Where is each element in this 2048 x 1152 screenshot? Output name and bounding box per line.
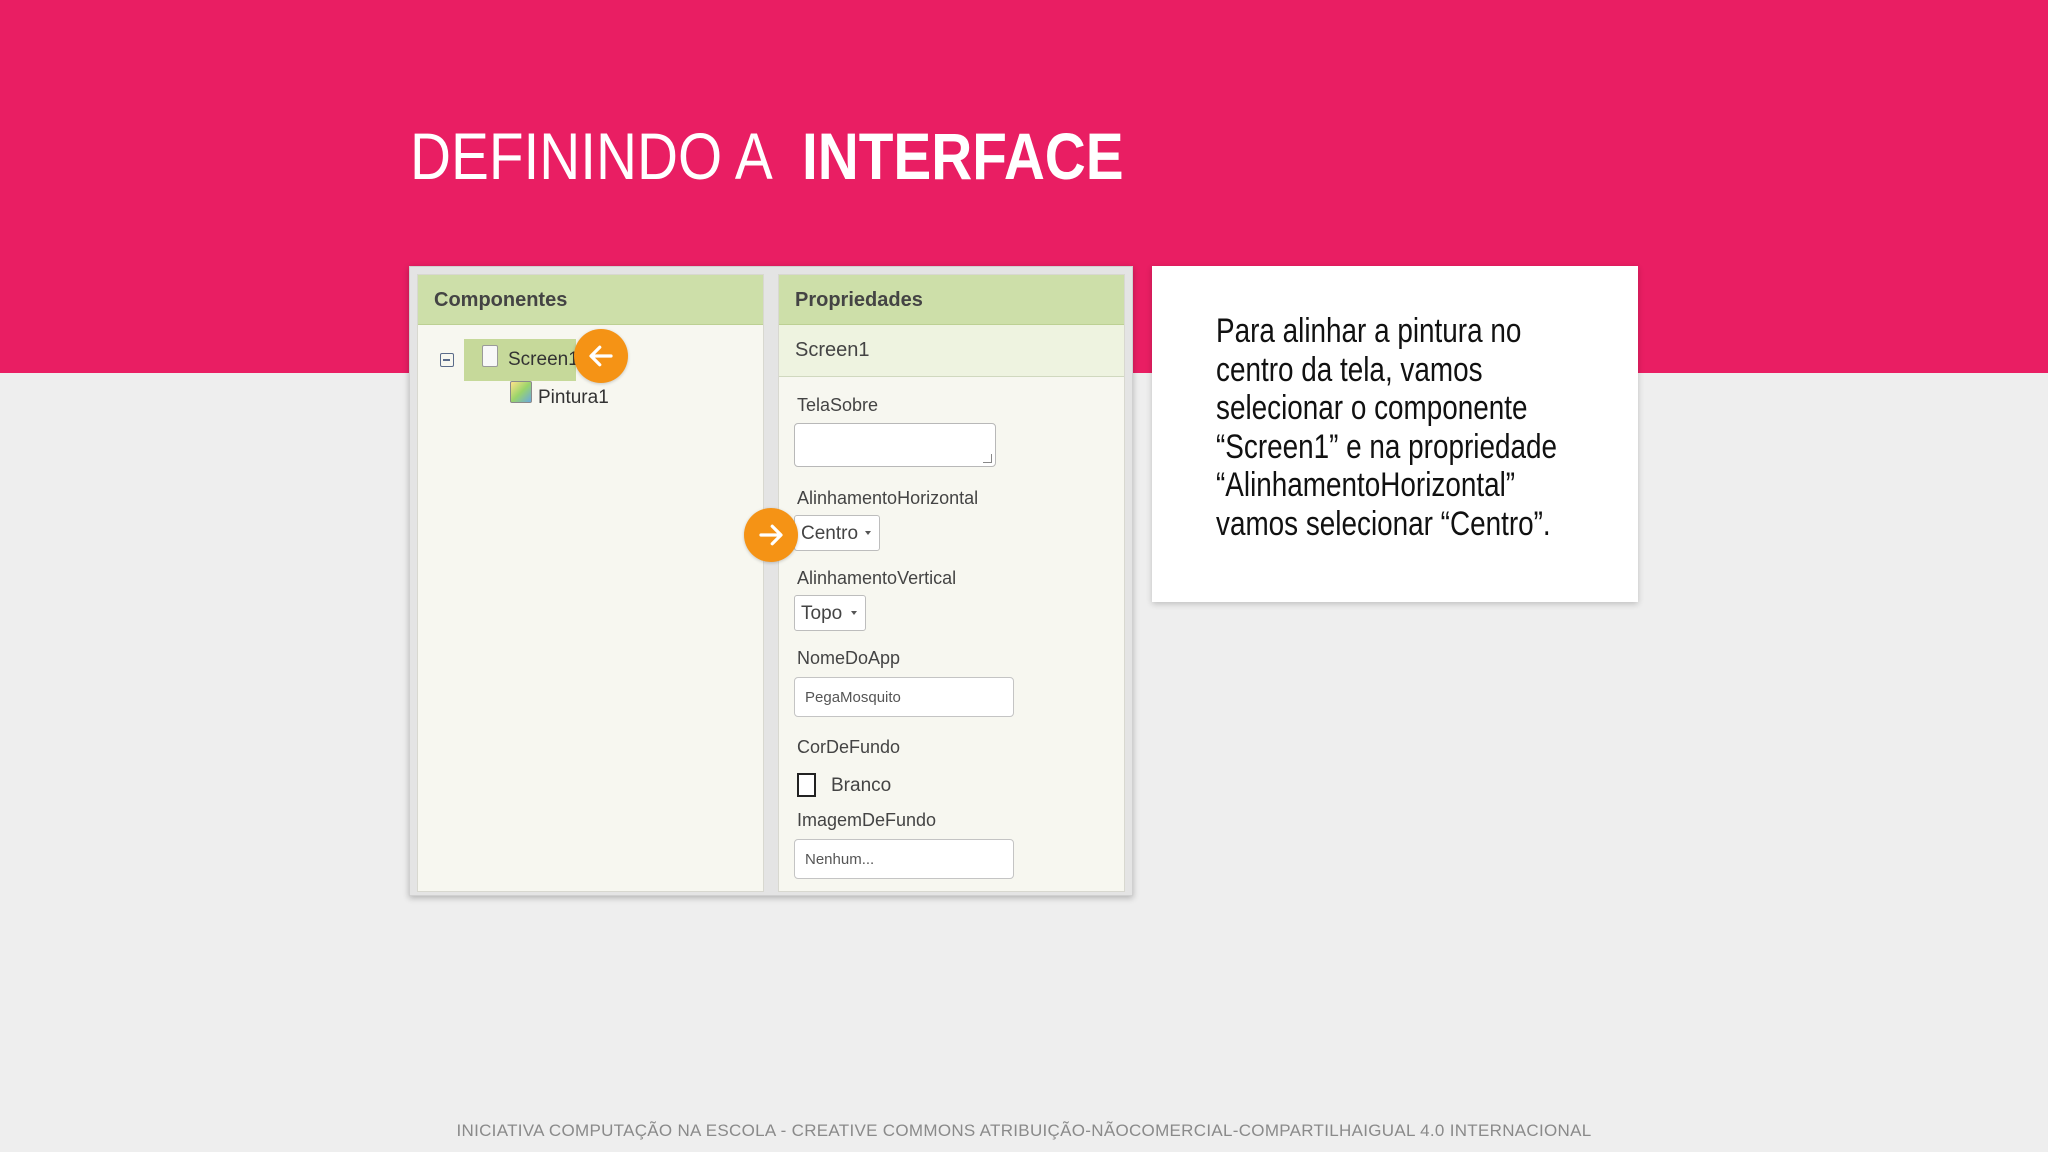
screen-icon — [482, 345, 498, 367]
chevron-down-icon — [851, 611, 857, 615]
app-inventor-screenshot: Componentes Screen1 Pintura1 Propriedade… — [409, 266, 1133, 896]
footer-license: INICIATIVA COMPUTAÇÃO NA ESCOLA - CREATI… — [456, 1121, 1592, 1140]
alinhamento-horizontal-select[interactable]: Centro — [794, 515, 880, 551]
imagem-de-fundo-input[interactable]: Nenhum... — [794, 839, 1014, 879]
properties-component-name: Screen1 — [779, 325, 1124, 377]
arrow-left-marker — [574, 329, 628, 383]
prop-label-nome-do-app: NomeDoApp — [797, 648, 901, 668]
color-swatch[interactable] — [797, 773, 816, 797]
alinhamento-horizontal-value: Centro — [801, 523, 859, 544]
component-label-screen1: Screen1 — [508, 349, 579, 370]
chevron-down-icon — [865, 531, 871, 535]
prop-label-tela-sobre: TelaSobre — [797, 395, 879, 415]
alinhamento-vertical-value: Topo — [801, 603, 843, 624]
slide-title: DEFININDO A INTERFACE — [410, 118, 1176, 194]
instruction-card: Para alinhar a pintura no centro da tela… — [1152, 266, 1638, 602]
arrow-right-icon — [759, 524, 783, 546]
slide-title-bold: INTERFACE — [801, 119, 1124, 193]
nome-do-app-input[interactable]: PegaMosquito — [794, 677, 1014, 717]
instruction-text: Para alinhar a pintura no centro da tela… — [1216, 312, 1557, 543]
component-item-pintura1[interactable]: Pintura1 — [538, 387, 609, 409]
prop-label-alinhamento-horizontal: AlinhamentoHorizontal — [797, 488, 979, 508]
prop-label-alinhamento-vertical: AlinhamentoVertical — [797, 568, 957, 588]
prop-label-imagem-de-fundo: ImagemDeFundo — [797, 810, 937, 830]
prop-label-cor-de-fundo: CorDeFundo — [797, 737, 901, 757]
cor-de-fundo-value[interactable]: Branco — [831, 775, 891, 797]
properties-header: Propriedades — [779, 275, 1124, 325]
tela-sobre-textarea[interactable] — [794, 423, 996, 467]
arrow-left-icon — [589, 345, 613, 367]
collapse-icon[interactable] — [440, 353, 454, 367]
canvas-icon — [510, 381, 532, 403]
arrow-right-marker — [744, 508, 798, 562]
components-header: Componentes — [418, 275, 763, 325]
alinhamento-vertical-select[interactable]: Topo — [794, 595, 866, 631]
properties-panel: Propriedades Screen1 TelaSobre Alinhamen… — [778, 274, 1125, 892]
slide-title-light: DEFININDO A — [410, 119, 773, 193]
